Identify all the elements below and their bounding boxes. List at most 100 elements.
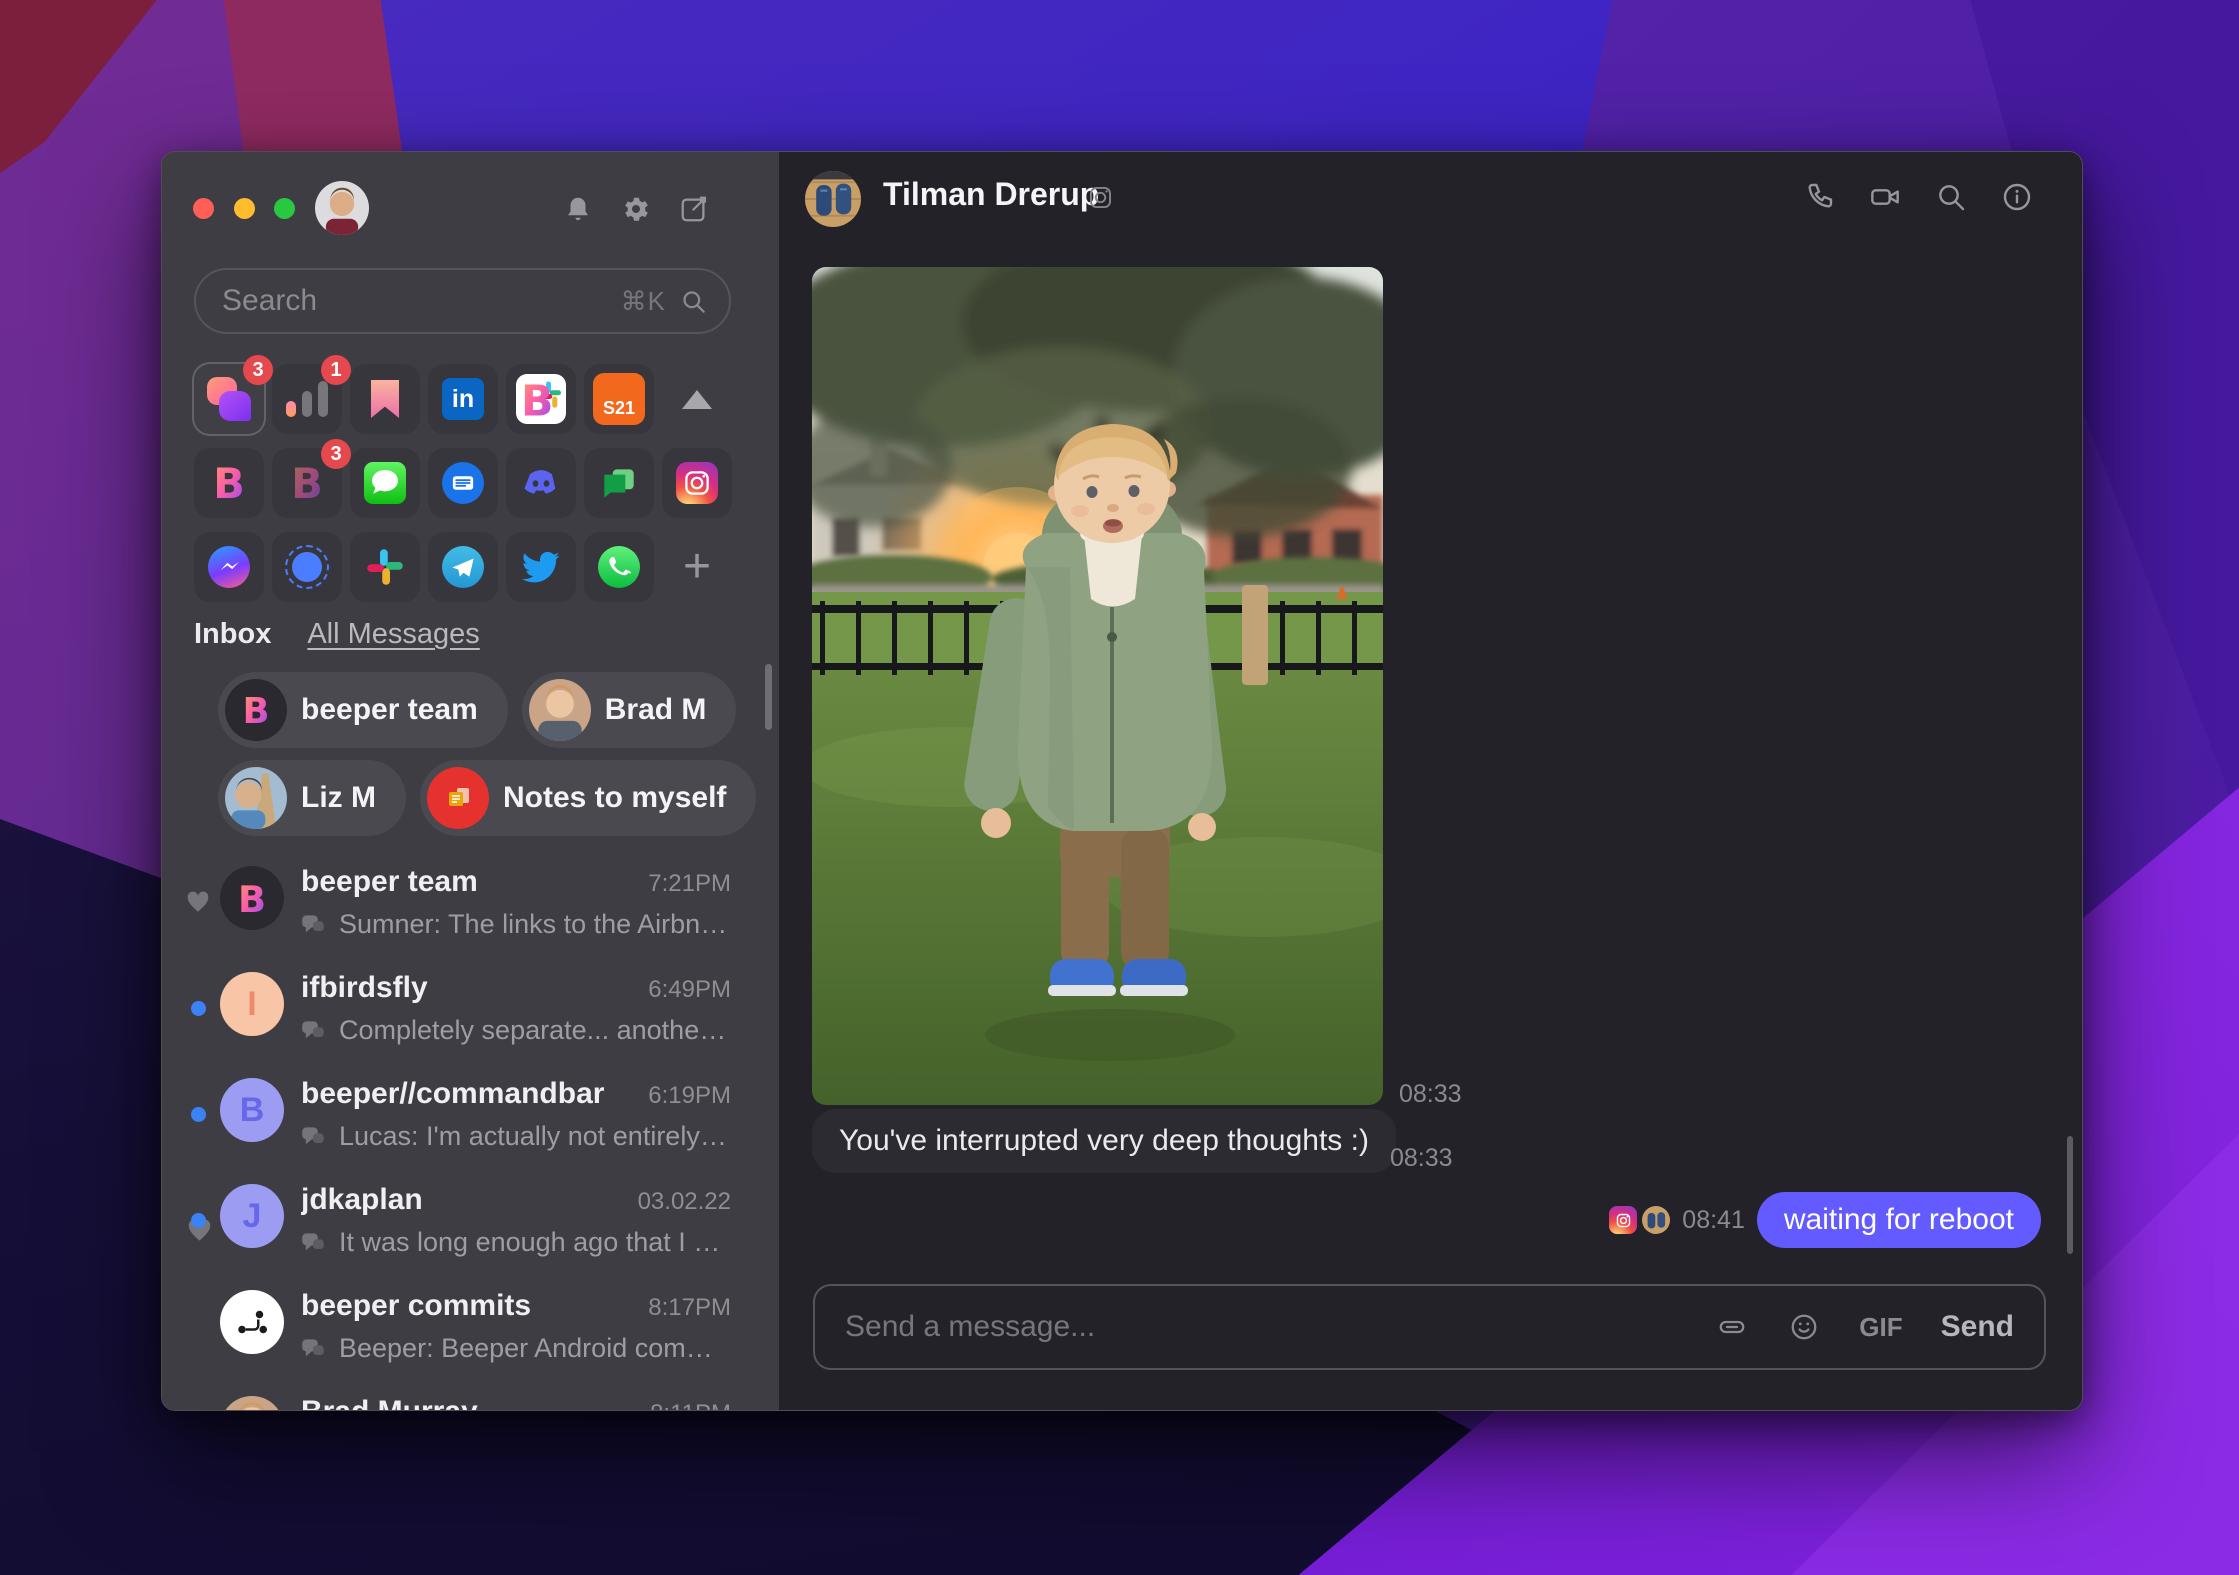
gif-button[interactable]: GIF (1859, 1312, 1902, 1343)
instagram-icon (676, 462, 718, 504)
conversation-name: beeper team (301, 865, 478, 898)
conversation-row-jdkaplan[interactable]: J jdkaplan 03.02.22 It was long enough ag… (162, 1170, 779, 1276)
search-in-chat-icon[interactable] (1935, 181, 1967, 213)
network-tile-beeper[interactable]: B (194, 448, 264, 518)
attachment-icon[interactable] (1715, 1310, 1749, 1344)
minimize-window-button[interactable] (234, 198, 255, 219)
unread-badge: 3 (321, 439, 351, 469)
favorite-label: beeper team (301, 693, 478, 726)
conversation-list: B beeper team 7:21PM Sumner: The links to… (162, 852, 779, 1410)
add-network-button[interactable]: + (662, 532, 732, 602)
conversation-preview: Lucas: I'm actually not entirely su... (339, 1121, 731, 1151)
chat-info-icon[interactable] (2001, 181, 2033, 213)
network-tile-instagram[interactable] (662, 448, 732, 518)
inbox-label: Inbox (194, 618, 272, 650)
settings-gear-icon[interactable] (620, 193, 652, 225)
favorite-label: Brad M (604, 693, 707, 726)
network-tile-all-chats[interactable]: 3 (194, 355, 273, 434)
chat-title: Tilman Drerup (883, 176, 1100, 212)
unread-dot (190, 1000, 206, 1016)
conversation-row-brad-murray[interactable]: Brad Murray 8:11PM (162, 1382, 779, 1410)
conversation-time: 03.02.22 (637, 1188, 731, 1215)
discord-icon (524, 470, 556, 494)
favorite-pill-notes-to-myself[interactable]: Notes to myself (420, 760, 757, 836)
conversation-row-ifbirdsfly[interactable]: I ifbirdsfly 6:49PM Completely separate..… (162, 958, 779, 1064)
conversation-preview: It was long enough ago that I cou... (339, 1227, 731, 1257)
conversation-name: beeper commits (301, 1289, 532, 1322)
network-tile-android-messages[interactable] (428, 448, 498, 518)
network-tile-telegram[interactable] (428, 532, 498, 602)
message-input[interactable] (845, 1310, 1678, 1344)
outgoing-message-bubble[interactable]: waiting for reboot (1756, 1192, 2041, 1248)
user-avatar[interactable] (315, 181, 369, 235)
avatar (220, 1290, 284, 1354)
network-tile-activity[interactable]: 1 (272, 355, 351, 434)
all-messages-link[interactable]: All Messages (307, 618, 479, 651)
conversation-time: 6:19PM (648, 1082, 731, 1109)
chat-scrollbar[interactable] (2067, 1136, 2073, 1254)
network-tile-signal[interactable] (272, 532, 342, 602)
search-bar[interactable]: ⌘K (194, 268, 731, 334)
avatar: J (220, 1184, 284, 1248)
beeper-all-chats-icon (207, 377, 251, 421)
network-tile-discord[interactable] (506, 448, 576, 518)
close-window-button[interactable] (193, 198, 214, 219)
conversation-time: 7:21PM (648, 870, 731, 897)
notifications-bell-icon[interactable] (562, 193, 594, 225)
activity-bars-icon (286, 381, 328, 417)
google-chat-icon (604, 469, 634, 498)
plus-icon: + (682, 540, 712, 593)
sidebar-scrollbar[interactable] (765, 664, 772, 730)
collapse-networks-button[interactable] (662, 364, 732, 434)
unread-dot (190, 1106, 206, 1122)
network-tile-beeper-secondary[interactable]: B 3 (272, 439, 351, 518)
conversation-row-beeper-commandbar[interactable]: B beeper//commandbar 6:19PM Lucas: I'm ac… (162, 1064, 779, 1170)
emoji-icon[interactable] (1787, 1310, 1821, 1344)
conversation-row-beeper-team[interactable]: B beeper team 7:21PM Sumner: The links to… (162, 852, 779, 958)
linkedin-icon: in (442, 378, 484, 420)
video-call-icon[interactable] (1869, 181, 1901, 213)
conversation-name: ifbirdsfly (301, 971, 428, 1004)
network-tile-whatsapp[interactable] (584, 532, 654, 602)
network-tile-linkedin[interactable]: in (428, 364, 498, 434)
network-tile-beeper-workspace[interactable]: B (506, 364, 576, 434)
network-tile-google-chat[interactable] (584, 448, 654, 518)
svg-text:B: B (238, 878, 266, 921)
conversation-row-beeper-commits[interactable]: beeper commits 8:17PM Beeper: Beeper Andr… (162, 1276, 779, 1382)
network-tile-messenger[interactable] (194, 532, 264, 602)
send-button[interactable]: Send (1941, 1310, 2014, 1344)
chat-header: Tilman Drerup (779, 152, 2082, 246)
message-composer[interactable]: GIF Send (813, 1284, 2046, 1370)
voice-call-icon[interactable] (1803, 181, 1835, 213)
unread-dot (190, 1212, 206, 1228)
conversation-preview: Beeper: Beeper Android commit ... (339, 1333, 731, 1363)
chat-contact-avatar[interactable] (805, 171, 861, 227)
instagram-network-icon (1089, 186, 1112, 209)
network-tile-bookmarks[interactable] (350, 364, 420, 434)
photo-message[interactable] (812, 267, 1383, 1105)
network-tile-s21[interactable]: S21 (584, 364, 654, 434)
conversation-name: beeper//commandbar (301, 1077, 605, 1110)
network-tile-imessage[interactable] (350, 448, 420, 518)
search-input[interactable] (222, 284, 621, 318)
favorite-pill-brad-m[interactable]: Brad M (521, 672, 737, 748)
favorite-pill-liz-m[interactable]: Liz M (218, 760, 406, 836)
telegram-icon (442, 546, 484, 588)
notes-avatar (427, 767, 489, 829)
brad-m-avatar (528, 679, 591, 741)
favorite-pill-beeper-team[interactable]: B beeper team (218, 672, 508, 748)
svg-text:B: B (291, 460, 323, 506)
compose-new-message-icon[interactable] (678, 193, 710, 225)
unread-badge: 3 (243, 355, 273, 385)
zoom-window-button[interactable] (274, 198, 295, 219)
network-tile-twitter[interactable] (506, 532, 576, 602)
favorite-label: Notes to myself (503, 781, 727, 814)
signal-icon (285, 545, 329, 589)
collapse-arrow-icon (682, 389, 712, 409)
conversation-name: Brad Murray (301, 1395, 634, 1410)
unread-badge: 1 (321, 355, 351, 385)
network-tile-slack[interactable] (350, 532, 420, 602)
chat-bubbles-icon (302, 1232, 324, 1250)
message-timestamp: 08:33 (1399, 1080, 1462, 1108)
incoming-message-bubble[interactable]: You've interrupted very deep thoughts :) (812, 1109, 1396, 1173)
